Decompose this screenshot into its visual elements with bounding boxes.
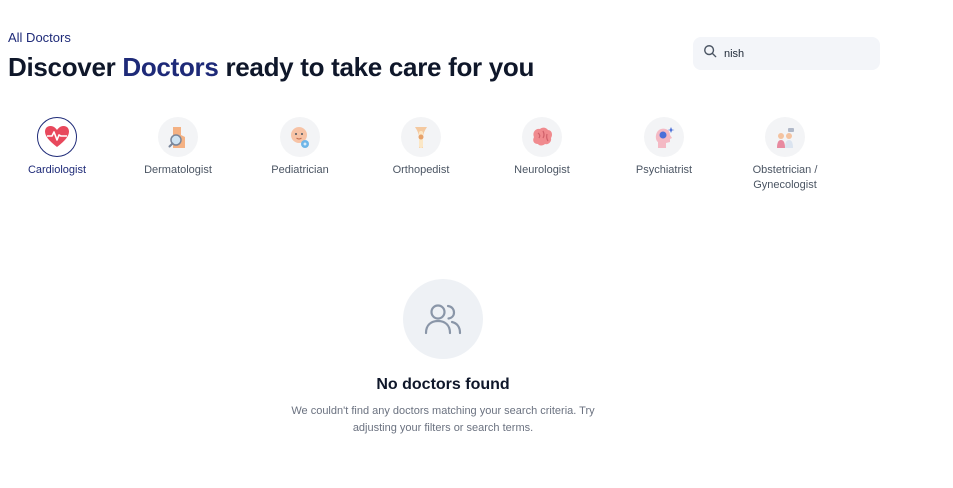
specialty-label: Cardiologist (27, 164, 87, 176)
skin-magnifier-icon (158, 117, 198, 157)
empty-state-description: We couldn't find any doctors matching yo… (291, 405, 595, 434)
page-title: Discover Doctors ready to take care for … (8, 52, 534, 83)
breadcrumb-all-doctors[interactable]: All Doctors (8, 30, 71, 45)
page-title-prefix: Discover (8, 52, 123, 82)
specialty-cardiologist[interactable]: Cardiologist (2, 117, 112, 178)
specialty-obstetrician-gynecologist[interactable]: Obstetrician / Gynecologist (730, 117, 840, 193)
search-input[interactable] (724, 47, 874, 60)
specialty-list: Cardiologist Dermatologist Pediatrician … (0, 117, 953, 197)
users-icon (403, 279, 483, 359)
specialty-dermatologist[interactable]: Dermatologist (123, 117, 233, 178)
specialty-psychiatrist[interactable]: Psychiatrist (609, 117, 719, 178)
specialty-neurologist[interactable]: Neurologist (487, 117, 597, 178)
search-icon (703, 44, 717, 63)
specialty-label: Dermatologist (144, 164, 212, 176)
specialty-label: Obstetrician / Gynecologist (752, 164, 818, 191)
empty-state: No doctors found We couldn't find any do… (263, 279, 623, 437)
mother-doctor-icon (765, 117, 805, 157)
specialty-pediatrician[interactable]: Pediatrician (245, 117, 355, 178)
specialty-label: Psychiatrist (635, 164, 693, 176)
empty-state-title: No doctors found (376, 376, 510, 393)
specialty-label: Pediatrician (271, 164, 329, 176)
specialty-label: Neurologist (514, 164, 570, 176)
page-title-suffix: ready to take care for you (218, 52, 535, 82)
search-box[interactable] (693, 37, 880, 70)
page-title-accent: Doctors (122, 52, 219, 82)
specialty-orthopedist[interactable]: Orthopedist (366, 117, 476, 178)
brain-icon (522, 117, 562, 157)
bone-joint-icon (401, 117, 441, 157)
baby-icon (280, 117, 320, 157)
specialty-label: Orthopedist (392, 164, 450, 176)
head-mind-icon (644, 117, 684, 157)
heart-icon (37, 117, 77, 157)
